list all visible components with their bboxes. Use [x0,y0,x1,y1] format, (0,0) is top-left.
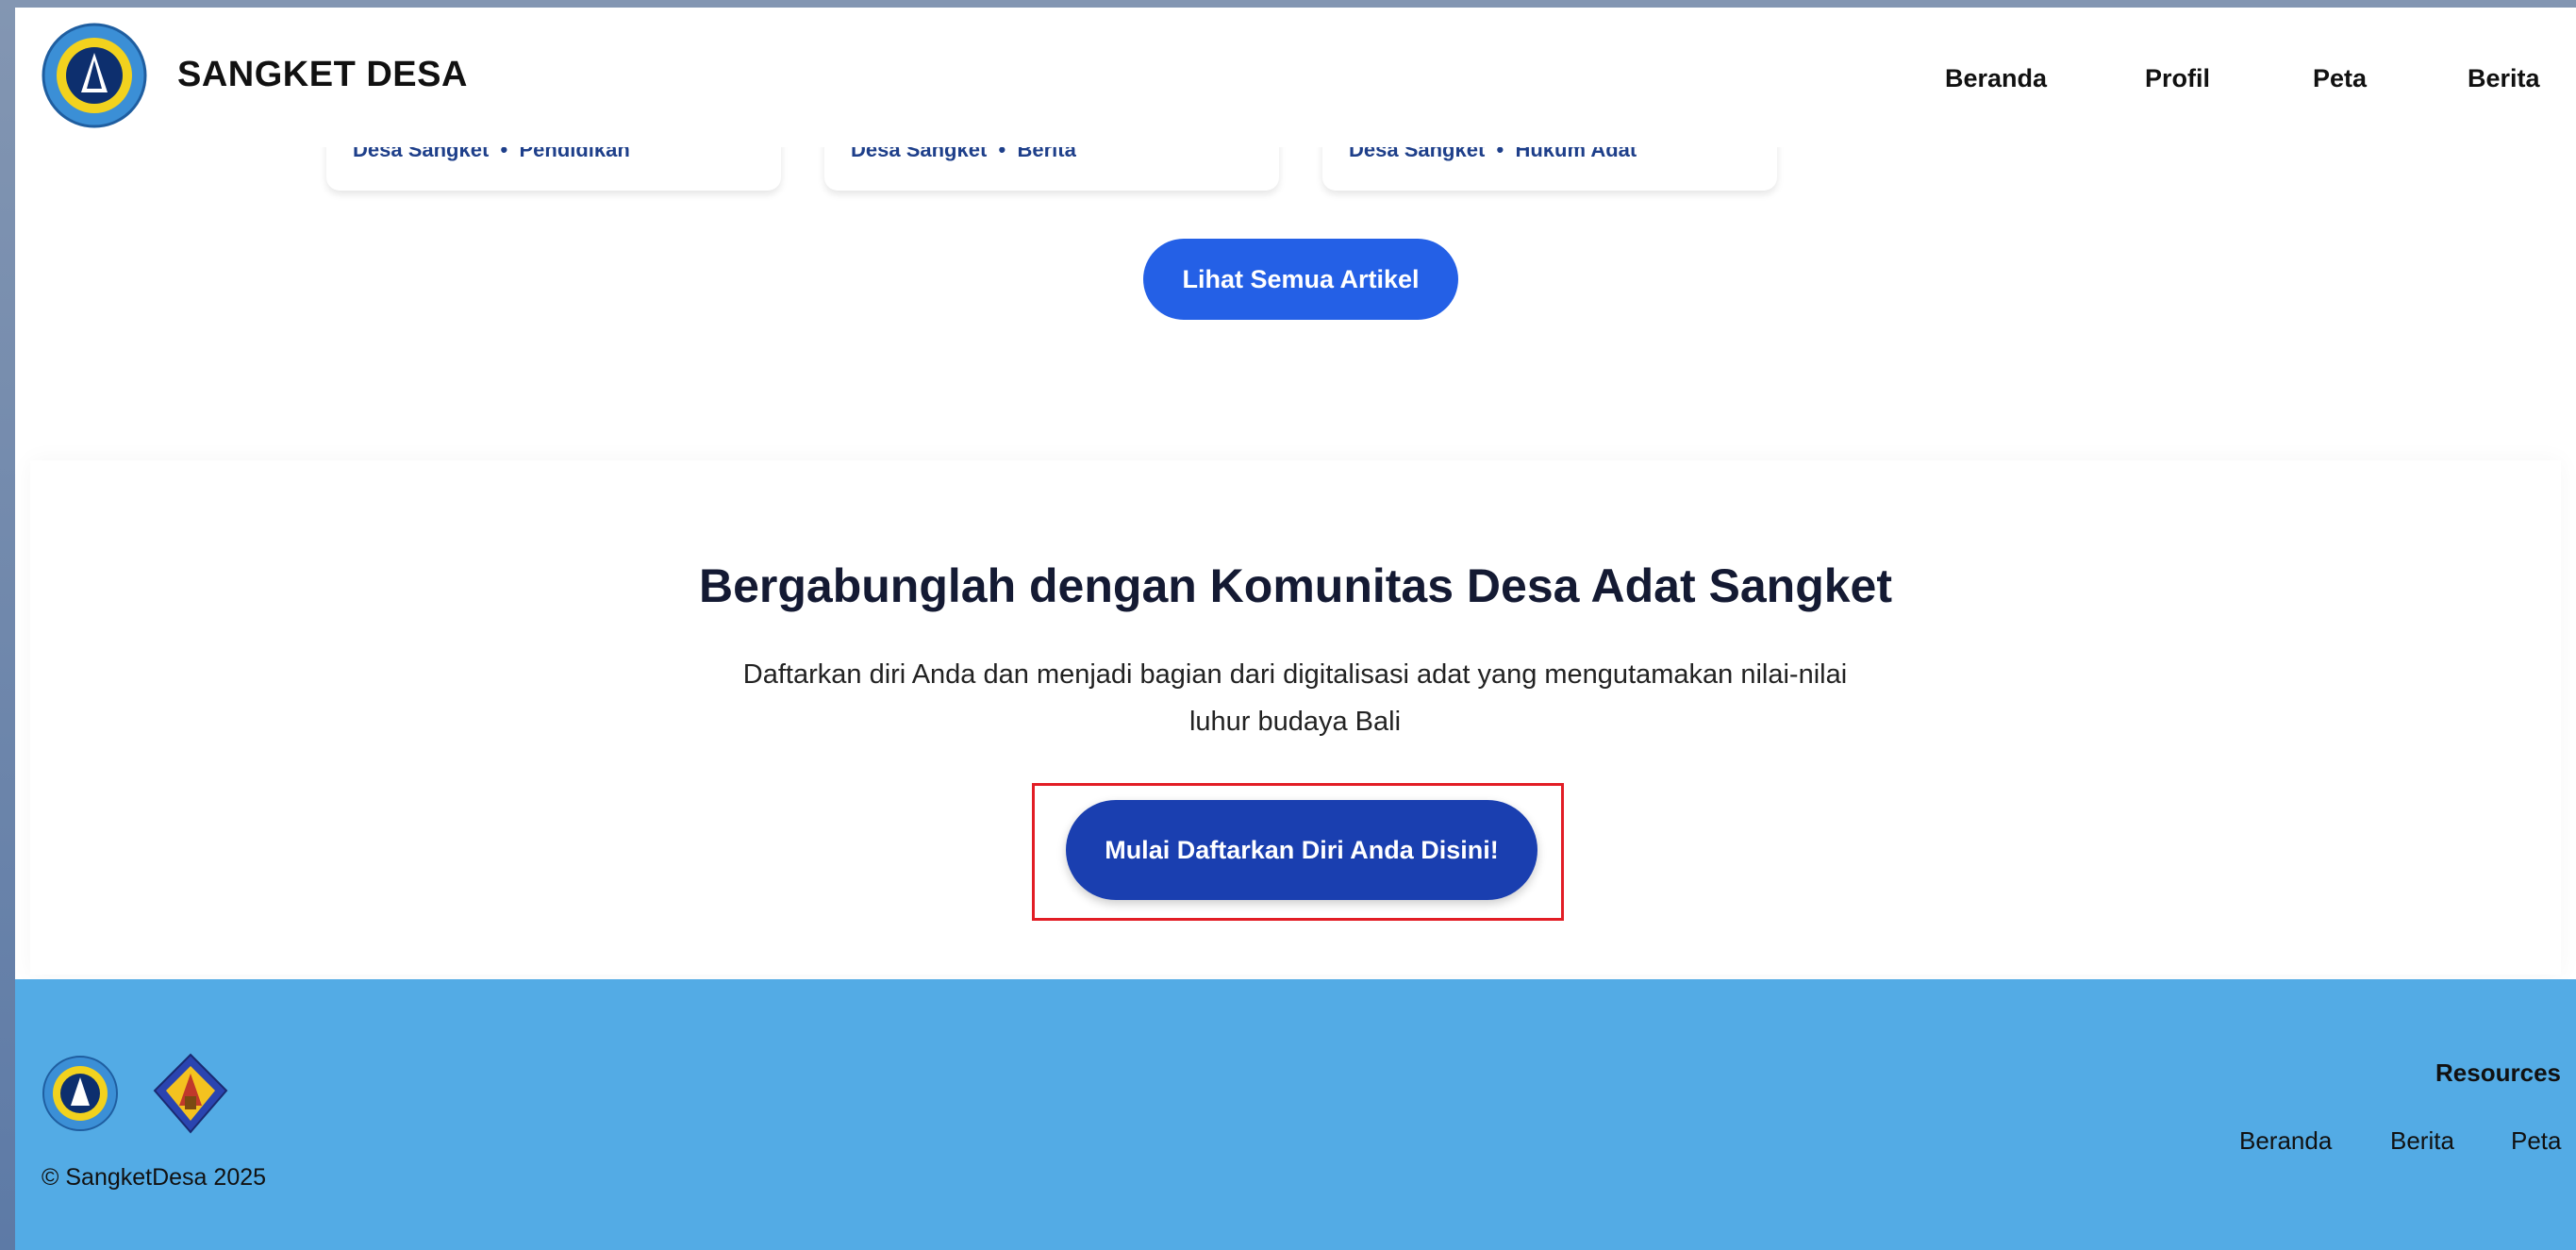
nav-item-beranda[interactable]: Beranda [1945,64,2047,93]
nav-item-peta[interactable]: Peta [2313,64,2367,93]
nav-item-berita[interactable]: Berita [2468,64,2540,93]
navbar: SANGKET DESA Beranda Profil Peta Berita [15,8,2576,147]
nav-item-profil[interactable]: Profil [2145,64,2210,93]
join-title: Bergabunglah dengan Komunitas Desa Adat … [698,559,1892,612]
page: SANGKET DESA Beranda Profil Peta Berita … [15,8,2576,1250]
village-logo-icon[interactable] [42,23,147,128]
copyright-text: © SangketDesa 2025 [42,1164,267,1191]
see-all-articles-button[interactable]: Lihat Semua Artikel [1143,239,1458,320]
village-logo-icon [42,1056,118,1131]
footer: © SangketDesa 2025 Resources Beranda Ber… [15,979,2576,1250]
brand-name[interactable]: SANGKET DESA [177,55,468,95]
regency-emblem-icon [153,1053,228,1134]
join-description: Daftarkan diri Anda dan menjadi bagian d… [742,659,1848,737]
footer-link-peta[interactable]: Peta [2511,1126,2562,1156]
footer-link-beranda[interactable]: Beranda [2239,1126,2332,1156]
footer-link-berita[interactable]: Berita [2390,1126,2454,1156]
register-button[interactable]: Mulai Daftarkan Diri Anda Disini! [1066,800,1537,900]
resources-heading: Resources [2435,1058,2561,1087]
